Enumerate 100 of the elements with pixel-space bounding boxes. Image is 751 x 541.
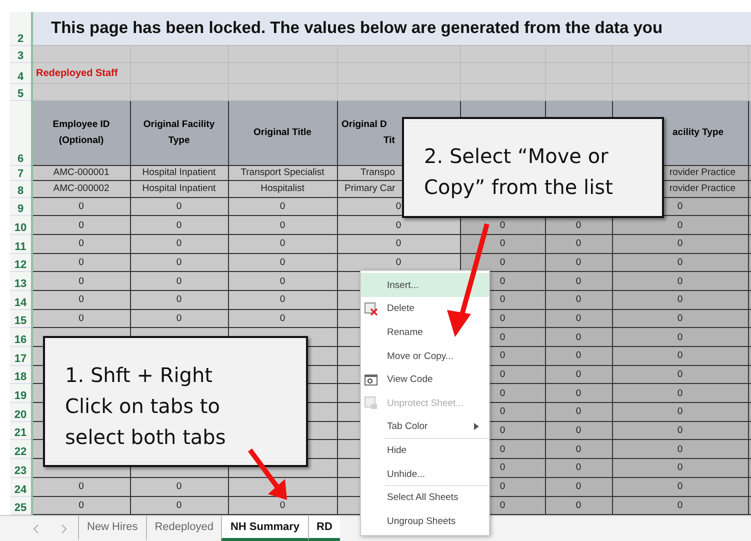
row-number: 5	[10, 83, 32, 100]
table-cell: 0	[500, 462, 506, 474]
table-cell: 0	[576, 369, 582, 380]
table-cell: AMC-000002	[53, 183, 110, 194]
table-cell: 0	[576, 406, 582, 418]
table-cell: 0	[78, 294, 84, 306]
table-cell: 0	[500, 500, 506, 511]
table-cell: 0	[677, 369, 683, 380]
table-cell-text: rovider Practice	[668, 183, 736, 194]
menu-item[interactable]: Tab Color	[361, 414, 489, 438]
delete-sheet-icon	[364, 302, 378, 316]
table-cell: 0	[176, 276, 182, 287]
table-cell: 0	[280, 200, 286, 212]
locked-page-title: This page has been locked. The values below are generated from the data you	[32, 12, 751, 45]
pointer-arrow	[248, 448, 287, 500]
table-cell: 0	[78, 256, 84, 268]
table-cell: 0	[500, 276, 506, 287]
row-number: 16	[10, 328, 32, 346]
table-cell: Hospital Inpatient	[142, 167, 216, 178]
table-cell: Hospital Inpatient	[142, 183, 216, 194]
table-cell: 0	[176, 220, 182, 231]
menu-item[interactable]: Unhide...	[361, 462, 489, 486]
table-cell: 0	[576, 444, 582, 455]
row-number: 25	[10, 496, 32, 515]
table-cell: AMC-000001	[53, 167, 110, 178]
table-cell: 0	[500, 481, 506, 492]
table-cell: 0	[500, 388, 506, 399]
menu-item[interactable]: Select All Sheets	[385, 485, 489, 509]
row-number: 4	[10, 62, 32, 83]
menu-item[interactable]: Ungroup Sheets	[361, 508, 489, 533]
table-cell: 0	[576, 462, 582, 474]
table-cell: 0	[677, 388, 683, 399]
instruction-callout: 2. Select “Move or Copy” from the list	[402, 117, 664, 218]
row-number: 17	[10, 346, 32, 366]
menu-item[interactable]: Insert...	[361, 273, 489, 297]
table-cell: 0	[677, 425, 683, 436]
sheet-tab[interactable]: RD	[308, 516, 340, 541]
table-cell: 0	[500, 294, 506, 306]
row-number: 21	[10, 421, 32, 440]
table-cell: 0	[576, 312, 582, 324]
column-header: Original Facility Type	[142, 118, 216, 148]
table-cell: 0	[500, 312, 506, 324]
row-number: 18	[10, 365, 32, 384]
table-cell: 0	[500, 350, 506, 362]
table-cell: 0	[78, 481, 84, 492]
table-cell: 0	[280, 312, 286, 324]
column-header: Original D	[342, 118, 388, 132]
next-sheet-icon[interactable]	[60, 524, 68, 534]
row-number: 7	[10, 165, 32, 180]
table-cell: 0	[500, 425, 506, 436]
row-number: 20	[10, 402, 32, 422]
table-cell-text: Primary Car	[344, 183, 396, 194]
row-number: 9	[10, 197, 32, 216]
sheet-tab[interactable]: NH Summary	[221, 516, 308, 541]
table-cell: 0	[280, 294, 286, 306]
instruction-callout: 1. Shft + Right Click on tabs to select both tabs	[43, 336, 308, 467]
table-cell: 0	[176, 481, 182, 492]
table-cell: 0	[280, 500, 286, 511]
table-cell: 0	[576, 220, 582, 231]
table-cell: 0	[280, 220, 286, 231]
table-cell: 0	[677, 500, 683, 511]
sheet-lock-icon	[364, 396, 378, 410]
table-cell: 0	[677, 481, 683, 492]
table-cell: 0	[78, 312, 84, 324]
table-cell: Transport Specialist	[240, 167, 324, 178]
table-cell: 0	[176, 238, 182, 250]
table-cell: 0	[176, 500, 182, 511]
table-cell-text: rovider Practice	[668, 167, 736, 178]
menu-item[interactable]: View Code	[361, 367, 489, 391]
column-header: acility Type	[672, 126, 725, 140]
table-cell: 0	[576, 388, 582, 399]
table-cell: 0	[677, 294, 683, 306]
section-label: Redeployed Staff	[36, 68, 118, 78]
table-cell: 0	[396, 200, 402, 212]
row-number: 14	[10, 290, 32, 310]
table-cell: 0	[677, 220, 683, 231]
row-number: 23	[10, 458, 32, 478]
previous-sheet-icon[interactable]	[32, 524, 40, 534]
menu-item[interactable]: Move or Copy...	[361, 344, 489, 368]
menu-item[interactable]: Delete	[361, 296, 489, 320]
table-cell: 0	[396, 220, 402, 231]
row-number: 3	[10, 45, 32, 62]
table-cell: 0	[176, 256, 182, 268]
row-number: 22	[10, 440, 32, 459]
menu-item[interactable]: Rename	[361, 320, 489, 344]
table-cell: 0	[500, 406, 506, 418]
menu-item[interactable]: Hide	[385, 438, 489, 462]
table-cell: 0	[576, 294, 582, 306]
table-cell: 0	[500, 444, 506, 455]
table-cell: Hospitalist	[260, 183, 304, 194]
code-window-icon	[364, 372, 378, 387]
row-number: 13	[10, 272, 32, 290]
table-cell: 0	[576, 350, 582, 362]
column-header: Original Title	[252, 126, 312, 140]
row-number: 6	[10, 100, 32, 165]
table-cell: 0	[576, 425, 582, 436]
row-number: 10	[10, 216, 32, 234]
table-cell: 0	[576, 256, 582, 268]
table-cell: 0	[677, 200, 683, 212]
sheet-tab[interactable]: New Hires	[78, 516, 146, 541]
